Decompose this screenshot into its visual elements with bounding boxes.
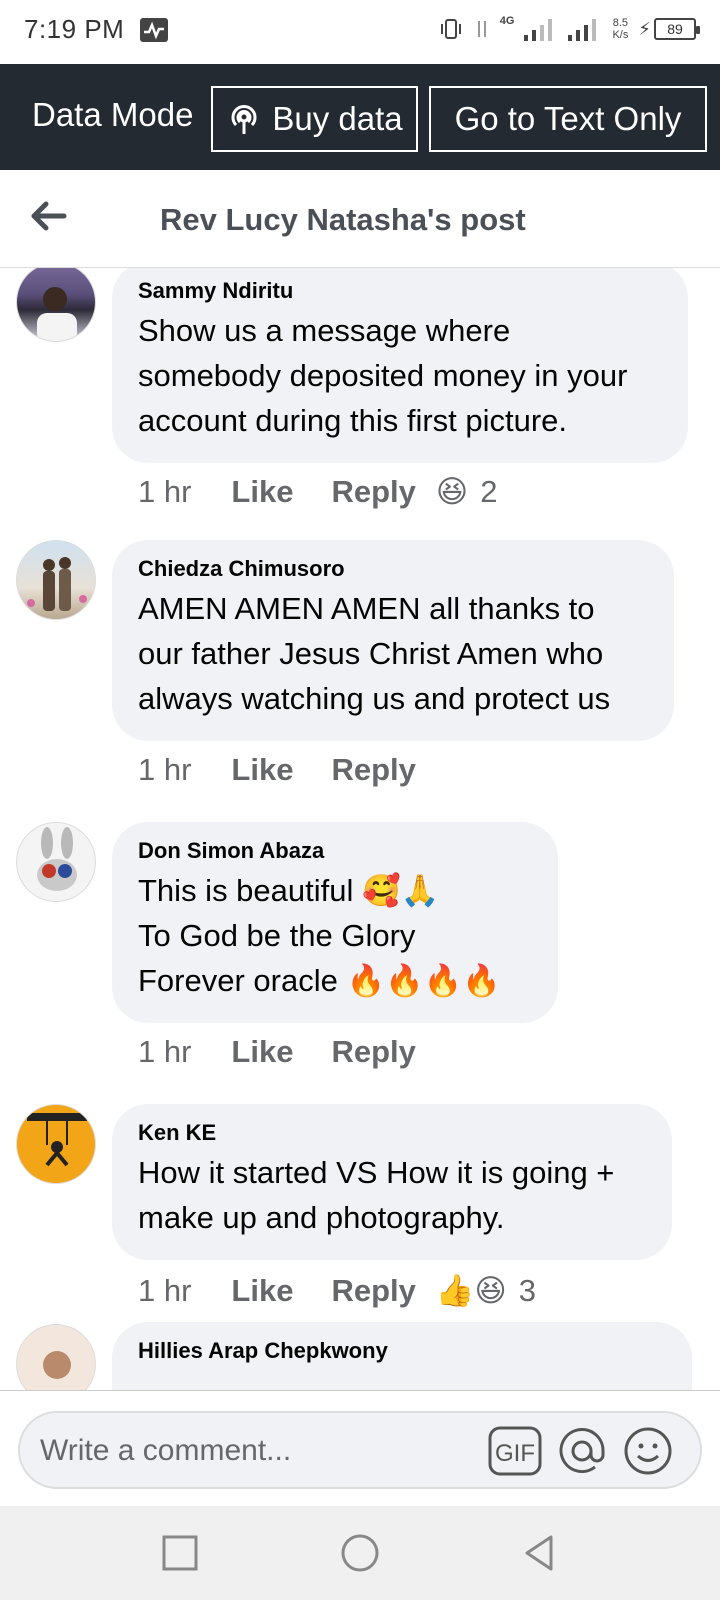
back-arrow-icon [31,201,67,231]
system-nav-bar [0,1506,720,1600]
text-only-label: Go to Text Only [454,100,682,137]
avatar[interactable] [16,822,96,902]
activity-icon [140,18,168,42]
broadcast-icon [231,105,257,134]
back-button[interactable] [28,194,72,238]
status-icons: 4G 8.5 K/s ⚡ 89 [438,15,700,42]
smiley-icon [624,1427,672,1475]
comment-actions: 1 hr Like Reply [138,752,436,788]
reply-button[interactable]: Reply [331,752,415,788]
charging-icon: ⚡ [638,18,651,39]
comment-text: This is beautiful 🥰🙏 To God be the Glory… [138,873,501,998]
comment-list: Sammy Ndiritu Show us a message where so… [0,268,720,1390]
comment-bubble[interactable]: Ken KE How it started VS How it is going… [112,1104,672,1260]
reaction-count: 3 [518,1272,537,1308]
comment-input-container[interactable]: GIF [18,1411,702,1489]
reply-button[interactable]: Reply [331,1034,415,1070]
avatar[interactable] [16,1104,96,1184]
recents-button[interactable] [157,1530,203,1576]
like-haha-reaction-icons: 👍😆 [435,1273,507,1309]
status-time: 7:19 PM [24,14,125,44]
square-icon [162,1535,198,1571]
like-button[interactable]: Like [231,1273,293,1309]
signal-icon [524,19,553,41]
comment-actions: 1 hr Like Reply 👍😆 3 [138,1272,537,1310]
like-button[interactable]: Like [231,474,293,510]
triangle-back-icon [525,1535,553,1571]
comment-time[interactable]: 1 hr [138,752,191,788]
reply-button[interactable]: Reply [331,474,415,510]
comment-bubble[interactable]: Don Simon Abaza This is beautiful 🥰🙏 To … [112,822,558,1023]
post-header: Rev Lucy Natasha's post [0,170,720,268]
home-button[interactable] [337,1530,383,1576]
battery-indicator: ⚡ 89 [638,18,700,40]
back-nav-button[interactable] [517,1530,563,1576]
page-title: Rev Lucy Natasha's post [160,202,526,237]
comment-input[interactable] [40,1427,470,1475]
reply-button[interactable]: Reply [331,1273,415,1309]
comment-bubble[interactable]: Chiedza Chimusoro AMEN AMEN AMEN all tha… [112,540,674,741]
avatar[interactable] [16,1324,96,1390]
vibrate-icon [440,19,461,39]
avatar[interactable] [16,268,96,342]
network-speed: 8.5 K/s [612,17,629,41]
comment-time[interactable]: 1 hr [138,1034,191,1070]
reaction-summary[interactable]: 😆 2 [436,474,498,510]
go-to-text-only-button[interactable]: Go to Text Only [429,86,707,152]
reaction-count: 2 [480,474,498,509]
comment-text: AMEN AMEN AMEN all thanks to our father … [138,591,611,716]
comment-text: Show us a message where somebody deposit… [138,313,628,438]
emoji-button[interactable] [622,1425,674,1477]
buy-data-label: Buy data [272,100,403,137]
gif-button[interactable]: GIF [488,1425,542,1477]
comment-time[interactable]: 1 hr [138,474,191,510]
comment-author[interactable]: Ken KE [138,1120,646,1146]
comment-composer: GIF [0,1390,720,1506]
haha-reaction-icon: 😆 [435,474,469,510]
circle-icon [341,1534,379,1572]
network-type: 4G [499,15,515,27]
like-button[interactable]: Like [231,1034,293,1070]
comment-actions: 1 hr Like Reply [138,1034,436,1070]
data-mode-banner: Data Mode Buy data Go to Text Only [0,64,720,170]
gif-icon: GIF [488,1426,542,1476]
battery-level: 89 [654,18,700,40]
comment-bubble[interactable]: Sammy Ndiritu Show us a message where so… [112,268,688,463]
status-bar: 7:19 PM 4G 8.5 K/s ⚡ 89 [0,0,720,64]
reaction-summary[interactable]: 👍😆 3 [435,1272,537,1310]
comment-text: How it started VS How it is going + make… [138,1155,615,1235]
at-mention-icon [559,1428,605,1473]
comment-author[interactable]: Sammy Ndiritu [138,278,662,304]
mention-button[interactable] [556,1425,608,1477]
signal-icon-2 [568,19,597,41]
data-transfer-icon [477,21,486,37]
buy-data-button[interactable]: Buy data [211,86,418,152]
comment-author[interactable]: Hillies Arap Chepkwony [138,1338,666,1364]
like-button[interactable]: Like [231,752,293,788]
data-mode-label: Data Mode [32,96,194,133]
comment-actions: 1 hr Like Reply 😆 2 [138,474,497,510]
comment-time[interactable]: 1 hr [138,1273,191,1309]
gif-label: GIF [495,1440,535,1467]
comment-author[interactable]: Chiedza Chimusoro [138,556,648,582]
comment-bubble[interactable]: Hillies Arap Chepkwony [112,1322,692,1390]
avatar[interactable] [16,540,96,620]
comment-author[interactable]: Don Simon Abaza [138,838,532,864]
